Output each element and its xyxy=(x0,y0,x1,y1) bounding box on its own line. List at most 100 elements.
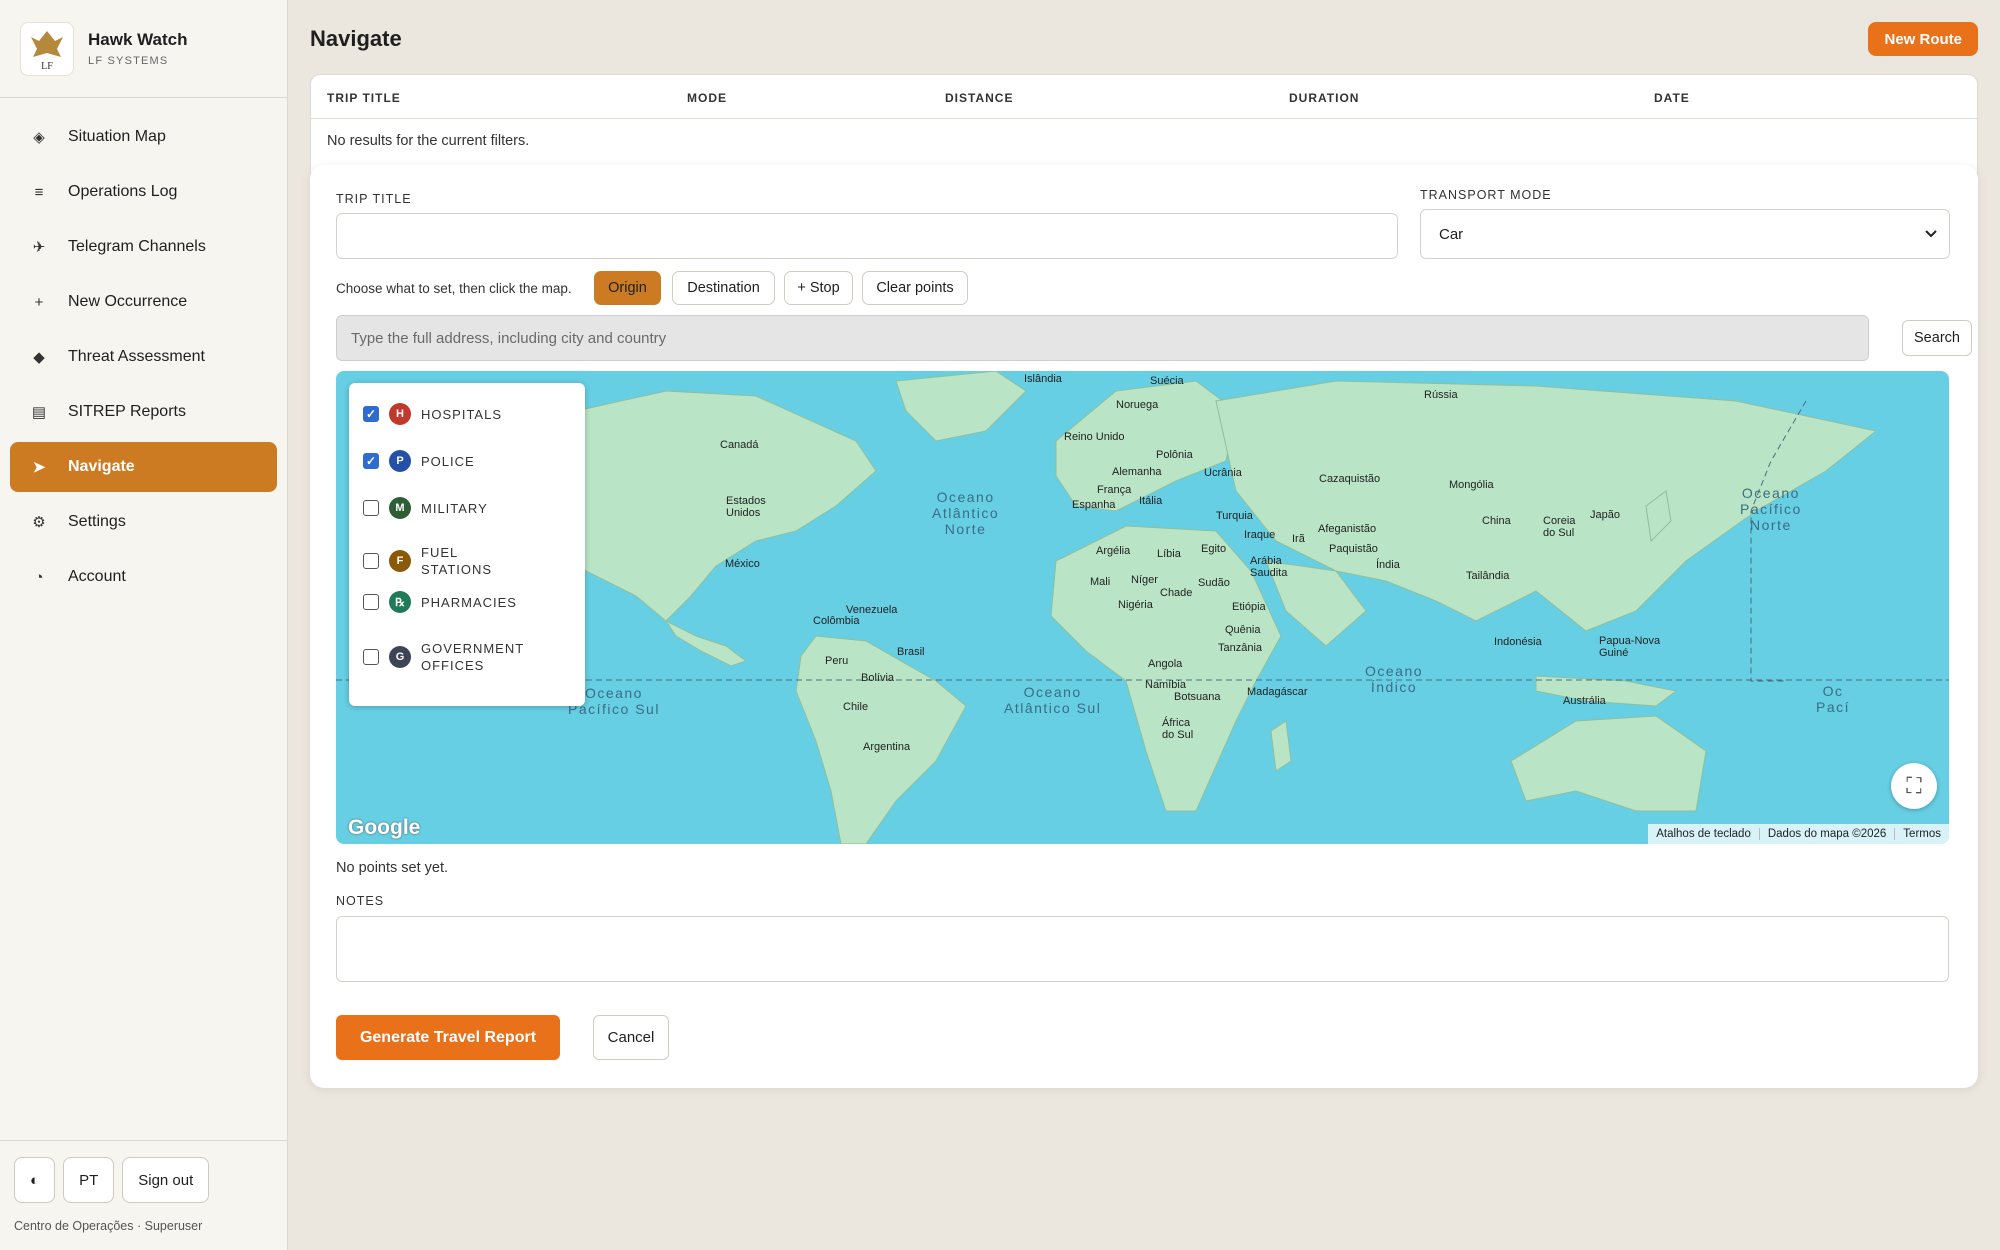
map-layers-panel: ✓ H HOSPITALS ✓ P POLICE M MILITARY F FUEL STATIO… xyxy=(349,383,585,706)
map-label-namibia: Namíbia xyxy=(1145,679,1186,691)
layer-toggle-government-offices[interactable]: G GOVERNMENT OFFICES xyxy=(363,640,531,674)
layer-badge-icon: ℞ xyxy=(389,591,411,613)
layer-label: POLICE xyxy=(421,453,475,469)
column-header-trip-title[interactable]: TRIP TITLE xyxy=(327,91,401,105)
gear-icon: ⚙ xyxy=(32,514,46,531)
navigate-arrow-icon: ➤ xyxy=(32,459,46,476)
map-label-afeganistao: Afeganistão xyxy=(1318,523,1377,535)
sidebar-item-telegram-channels[interactable]: ✈ Telegram Channels xyxy=(10,222,277,272)
keyboard-shortcuts-link[interactable]: Atalhos de teclado xyxy=(1648,828,1759,840)
map-label-russia: Rússia xyxy=(1424,389,1458,401)
cancel-button[interactable]: Cancel xyxy=(593,1015,669,1060)
sidebar-item-situation-map[interactable]: ◈ Situation Map xyxy=(10,112,277,162)
new-route-button[interactable]: New Route xyxy=(1868,22,1978,56)
layer-checkbox[interactable] xyxy=(363,649,379,665)
layer-checkbox[interactable] xyxy=(363,594,379,610)
map-attribution: Atalhos de teclado Dados do mapa ©2026 T… xyxy=(1648,824,1949,844)
add-stop-button[interactable]: + Stop xyxy=(784,271,853,305)
sidebar-item-label: Account xyxy=(68,568,126,585)
sidebar-footer: ◐ PT Sign out Centro de Operações · Supe… xyxy=(0,1140,287,1250)
transport-mode-select[interactable]: Car xyxy=(1420,209,1950,259)
sidebar-item-sitrep-reports[interactable]: ▤ SITREP Reports xyxy=(10,387,277,437)
sidebar-item-label: Situation Map xyxy=(68,128,166,145)
point-mode-hint: Choose what to set, then click the map. xyxy=(336,281,572,296)
sidebar-item-new-occurrence[interactable]: + New Occurrence xyxy=(10,277,277,327)
clear-points-button[interactable]: Clear points xyxy=(862,271,968,305)
ocean-label-pac-norte: Oceano Pacífico Norte xyxy=(1740,485,1802,533)
app-subtitle: LF SYSTEMS xyxy=(88,55,169,67)
layer-toggle-hospitals[interactable]: ✓ H HOSPITALS xyxy=(363,403,502,425)
column-header-mode[interactable]: MODE xyxy=(687,91,727,105)
map-label-madagascar: Madagáscar xyxy=(1247,686,1308,698)
theme-toggle-button[interactable]: ◐ xyxy=(14,1157,56,1203)
trip-title-input[interactable] xyxy=(336,213,1398,259)
address-search-input[interactable]: Type the full address, including city an… xyxy=(336,315,1869,361)
map-label-botsuana: Botsuana xyxy=(1174,691,1221,703)
ocean-label-pac-sul-right: Oc Pací xyxy=(1816,683,1851,715)
map-label-india: Índia xyxy=(1376,559,1400,571)
route-map[interactable]: Islândia Suécia Rússia Noruega Canadá Reino U… xyxy=(336,371,1949,844)
layer-checkbox[interactable] xyxy=(363,500,379,516)
user-role-caption: Centro de Operações · Superuser xyxy=(14,1219,203,1233)
fullscreen-icon: ⛶ xyxy=(1906,773,1922,798)
map-label-suecia: Suécia xyxy=(1150,375,1184,387)
map-label-polonia: Polônia xyxy=(1156,449,1193,461)
plus-icon: + xyxy=(34,293,44,311)
map-label-argelia: Argélia xyxy=(1096,545,1131,557)
column-header-distance[interactable]: DISTANCE xyxy=(945,91,1013,105)
points-status: No points set yet. xyxy=(336,860,449,876)
account-icon: ◔ xyxy=(34,568,44,586)
app-name: Hawk Watch xyxy=(88,30,188,49)
origin-button[interactable]: Origin xyxy=(594,271,661,305)
sidebar-item-settings[interactable]: ⚙ Settings xyxy=(10,497,277,547)
sidebar-item-operations-log[interactable]: ≡ Operations Log xyxy=(10,167,277,217)
layer-badge-icon: G xyxy=(389,646,411,668)
layer-checkbox[interactable]: ✓ xyxy=(363,453,379,469)
sidebar-item-label: SITREP Reports xyxy=(68,403,186,420)
layer-label: PHARMACIES xyxy=(421,594,517,610)
map-label-peru: Peru xyxy=(825,655,849,667)
notes-textarea[interactable] xyxy=(336,916,1949,982)
land-madagascar xyxy=(1270,720,1292,772)
map-label-arabia: Arábia Saudita xyxy=(1250,555,1288,579)
app-logo: LF xyxy=(20,21,74,76)
column-header-duration[interactable]: DURATION xyxy=(1289,91,1359,105)
generate-travel-report-button[interactable]: Generate Travel Report xyxy=(336,1015,560,1060)
destination-button[interactable]: Destination xyxy=(672,271,775,305)
layer-toggle-fuel-stations[interactable]: F FUEL STATIONS xyxy=(363,544,531,578)
language-button[interactable]: PT xyxy=(63,1157,115,1203)
map-label-niger: Níger xyxy=(1131,574,1158,586)
address-search-button[interactable]: Search xyxy=(1902,320,1972,356)
sidebar-item-navigate[interactable]: ➤ Navigate xyxy=(10,442,277,492)
list-icon: ≡ xyxy=(34,183,44,201)
sidebar-item-label: Navigate xyxy=(68,458,135,475)
map-label-china: China xyxy=(1482,515,1511,527)
land-central-america xyxy=(664,619,748,667)
sidebar: LF Hawk Watch LF SYSTEMS ◈ Situation Map ≡… xyxy=(0,0,288,1250)
transport-mode-label: TRANSPORT MODE xyxy=(1420,188,1552,202)
sign-out-button[interactable]: Sign out xyxy=(122,1157,210,1203)
brand: LF Hawk Watch LF SYSTEMS xyxy=(0,0,287,98)
ocean-label-atl-norte: Oceano Atlântico Norte xyxy=(932,489,1000,537)
fullscreen-button[interactable]: ⛶ xyxy=(1891,763,1937,809)
layer-badge-icon: M xyxy=(389,497,411,519)
column-header-date[interactable]: DATE xyxy=(1654,91,1690,105)
sidebar-item-threat-assessment[interactable]: ◆ Threat Assessment xyxy=(10,332,277,382)
layer-toggle-police[interactable]: ✓ P POLICE xyxy=(363,450,475,472)
layer-checkbox[interactable] xyxy=(363,553,379,569)
terms-link[interactable]: Termos xyxy=(1894,828,1949,840)
layer-checkbox[interactable]: ✓ xyxy=(363,406,379,422)
hawk-logo-icon: LF xyxy=(31,30,63,71)
chevron-down-icon xyxy=(1925,230,1937,238)
sidebar-item-account[interactable]: ◔ Account xyxy=(10,552,277,602)
half-circle-icon: ◐ xyxy=(30,1171,40,1189)
layer-toggle-military[interactable]: M MILITARY xyxy=(363,497,488,519)
map-label-indonesia: Indonésia xyxy=(1494,636,1542,648)
layer-toggle-pharmacies[interactable]: ℞ PHARMACIES xyxy=(363,591,517,613)
ocean-label-atl-sul: Oceano Atlântico Sul xyxy=(1004,684,1102,716)
layer-label: GOVERNMENT OFFICES xyxy=(421,641,524,673)
map-label-tanzania: Tanzânia xyxy=(1218,642,1263,654)
page-title: Navigate xyxy=(310,26,402,51)
map-label-etiopia: Etiópia xyxy=(1232,601,1266,613)
sidebar-nav: ◈ Situation Map ≡ Operations Log ✈ Telegram C… xyxy=(0,98,287,602)
